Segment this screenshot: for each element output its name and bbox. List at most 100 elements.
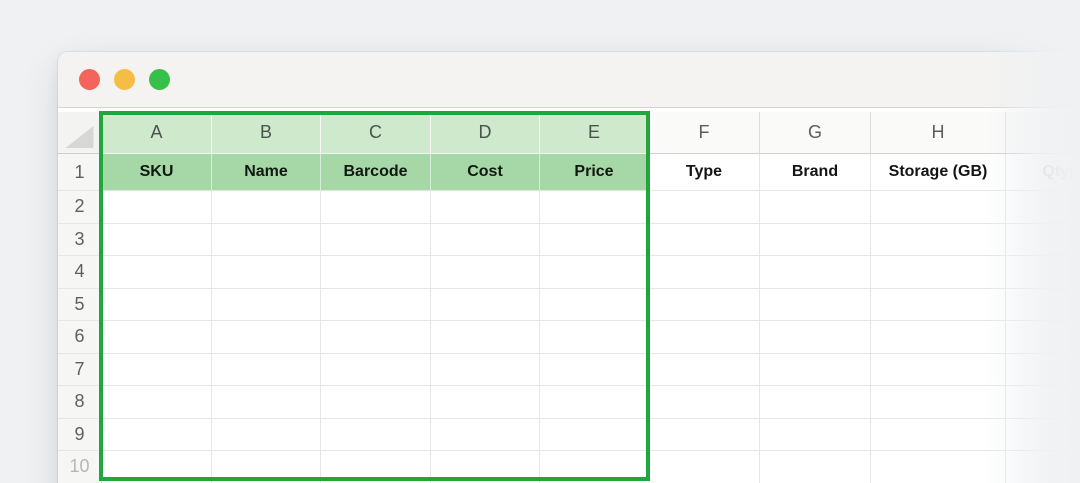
minimize-button[interactable] (114, 69, 135, 90)
cell-C3[interactable] (321, 223, 431, 256)
cell-D7[interactable] (431, 353, 540, 386)
cell-F6[interactable] (649, 321, 760, 354)
cell-A8[interactable] (102, 386, 212, 419)
cell-G1[interactable]: Brand (760, 154, 871, 191)
cell-F9[interactable] (649, 418, 760, 451)
row-header-6[interactable]: 6 (58, 321, 102, 354)
cell-G2[interactable] (760, 191, 871, 224)
cell-H1[interactable]: Storage (GB) (871, 154, 1006, 191)
cell-C1[interactable]: Barcode (321, 154, 431, 191)
column-header-E[interactable]: E (540, 112, 649, 154)
cell-A1[interactable]: SKU (102, 154, 212, 191)
cell-G8[interactable] (760, 386, 871, 419)
cell-G9[interactable] (760, 418, 871, 451)
cell-G5[interactable] (760, 288, 871, 321)
cell-A2[interactable] (102, 191, 212, 224)
cell-F1[interactable]: Type (649, 154, 760, 191)
cell-H5[interactable] (871, 288, 1006, 321)
cell-B10[interactable] (212, 451, 321, 483)
cell-D6[interactable] (431, 321, 540, 354)
cell-partial5[interactable] (1006, 288, 1080, 321)
cell-B3[interactable] (212, 223, 321, 256)
cell-E8[interactable] (540, 386, 649, 419)
column-header-D[interactable]: D (431, 112, 540, 154)
zoom-button[interactable] (149, 69, 170, 90)
cell-partial6[interactable] (1006, 321, 1080, 354)
cell-H9[interactable] (871, 418, 1006, 451)
cell-E9[interactable] (540, 418, 649, 451)
cell-partial7[interactable] (1006, 353, 1080, 386)
cell-E2[interactable] (540, 191, 649, 224)
cell-D9[interactable] (431, 418, 540, 451)
cell-A6[interactable] (102, 321, 212, 354)
cell-partial10[interactable] (1006, 451, 1080, 483)
row-header-7[interactable]: 7 (58, 353, 102, 386)
cell-B6[interactable] (212, 321, 321, 354)
row-header-5[interactable]: 5 (58, 288, 102, 321)
cell-C8[interactable] (321, 386, 431, 419)
row-header-10[interactable]: 10 (58, 451, 102, 483)
cell-C7[interactable] (321, 353, 431, 386)
cell-D8[interactable] (431, 386, 540, 419)
cell-A7[interactable] (102, 353, 212, 386)
cell-B4[interactable] (212, 256, 321, 289)
cell-F2[interactable] (649, 191, 760, 224)
cell-partial4[interactable] (1006, 256, 1080, 289)
select-all-corner[interactable] (58, 112, 102, 154)
cell-C6[interactable] (321, 321, 431, 354)
cell-partial9[interactable] (1006, 418, 1080, 451)
cell-C10[interactable] (321, 451, 431, 483)
cell-D1[interactable]: Cost (431, 154, 540, 191)
cell-C5[interactable] (321, 288, 431, 321)
column-header-C[interactable]: C (321, 112, 431, 154)
column-header-B[interactable]: B (212, 112, 321, 154)
cell-D4[interactable] (431, 256, 540, 289)
cell-partial8[interactable] (1006, 386, 1080, 419)
cell-G6[interactable] (760, 321, 871, 354)
cell-A4[interactable] (102, 256, 212, 289)
column-header-H[interactable]: H (871, 112, 1006, 154)
cell-C9[interactable] (321, 418, 431, 451)
cell-B5[interactable] (212, 288, 321, 321)
cell-F4[interactable] (649, 256, 760, 289)
cell-F8[interactable] (649, 386, 760, 419)
column-header-F[interactable]: F (649, 112, 760, 154)
cell-G7[interactable] (760, 353, 871, 386)
cell-A5[interactable] (102, 288, 212, 321)
close-button[interactable] (79, 69, 100, 90)
cell-B9[interactable] (212, 418, 321, 451)
cell-C2[interactable] (321, 191, 431, 224)
cell-D10[interactable] (431, 451, 540, 483)
cell-F7[interactable] (649, 353, 760, 386)
row-header-3[interactable]: 3 (58, 223, 102, 256)
cell-partial1[interactable]: Qty(Fl (1006, 154, 1080, 191)
cell-H8[interactable] (871, 386, 1006, 419)
cell-B2[interactable] (212, 191, 321, 224)
cell-G4[interactable] (760, 256, 871, 289)
cell-B8[interactable] (212, 386, 321, 419)
cell-F10[interactable] (649, 451, 760, 483)
cell-C4[interactable] (321, 256, 431, 289)
cell-partial3[interactable] (1006, 223, 1080, 256)
cell-H4[interactable] (871, 256, 1006, 289)
cell-F3[interactable] (649, 223, 760, 256)
column-header-partial[interactable] (1006, 112, 1080, 154)
column-header-A[interactable]: A (102, 112, 212, 154)
cell-E6[interactable] (540, 321, 649, 354)
cell-H7[interactable] (871, 353, 1006, 386)
cell-E10[interactable] (540, 451, 649, 483)
cell-G3[interactable] (760, 223, 871, 256)
row-header-2[interactable]: 2 (58, 191, 102, 224)
cell-E1[interactable]: Price (540, 154, 649, 191)
cell-E5[interactable] (540, 288, 649, 321)
cell-H3[interactable] (871, 223, 1006, 256)
cell-H6[interactable] (871, 321, 1006, 354)
row-header-8[interactable]: 8 (58, 386, 102, 419)
cell-H10[interactable] (871, 451, 1006, 483)
cell-E3[interactable] (540, 223, 649, 256)
row-header-9[interactable]: 9 (58, 418, 102, 451)
cell-D3[interactable] (431, 223, 540, 256)
cell-A3[interactable] (102, 223, 212, 256)
cell-D2[interactable] (431, 191, 540, 224)
cell-B1[interactable]: Name (212, 154, 321, 191)
